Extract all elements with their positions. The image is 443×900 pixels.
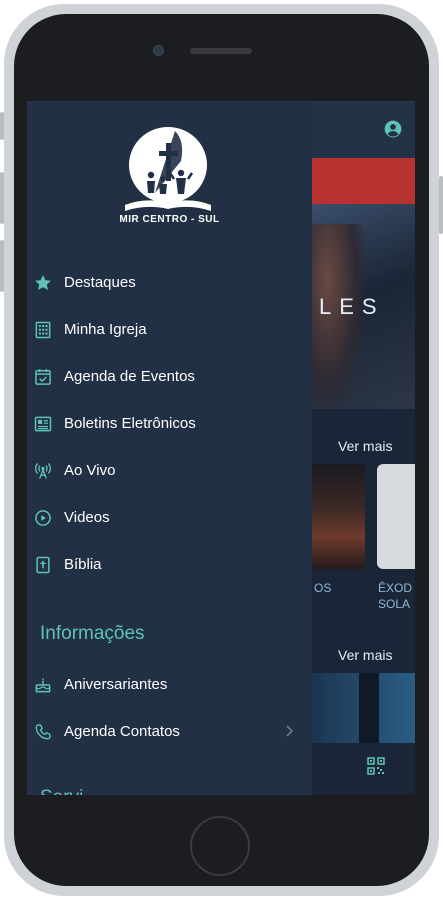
- account-circle-icon[interactable]: [383, 119, 403, 139]
- app-screen: LES Ver mais OS ÊXOD SOLA Ver mais MIR C…: [27, 101, 415, 795]
- broadcast-icon: [35, 463, 51, 479]
- thumbnail-label-line: SOLA: [378, 597, 411, 611]
- section-title-informacoes: Informações: [40, 623, 145, 644]
- menu-item-agenda-eventos[interactable]: Agenda de Eventos: [27, 357, 312, 397]
- menu-item-boletins[interactable]: Boletins Eletrônicos: [27, 404, 312, 444]
- hero-text: LES: [319, 294, 385, 319]
- volume-down-button: [0, 240, 4, 292]
- ver-mais-link[interactable]: Ver mais: [338, 647, 392, 663]
- thumbnail-label: ÊXOD SOLA: [378, 580, 412, 612]
- menu-item-aniversariantes[interactable]: Aniversariantes: [27, 665, 312, 705]
- navigation-drawer: MIR CENTRO - SUL Destaques Minha Igreja: [27, 101, 312, 795]
- menu-item-label: Destaques: [64, 274, 136, 291]
- menu-item-agenda-contatos[interactable]: Agenda Contatos: [27, 712, 312, 752]
- menu-item-biblia[interactable]: Bíblia: [27, 545, 312, 585]
- newspaper-icon: [34, 416, 52, 432]
- star-icon: [35, 275, 51, 290]
- menu-item-label: Boletins Eletrônicos: [64, 415, 196, 432]
- logo-caption: MIR CENTRO - SUL: [119, 214, 220, 225]
- menu-item-label: Agenda Contatos: [64, 723, 180, 740]
- menu-item-label: Videos: [64, 509, 110, 526]
- menu-item-label: Aniversariantes: [64, 676, 168, 693]
- power-button: [439, 176, 443, 234]
- video-thumbnail[interactable]: [312, 464, 365, 569]
- media-strip-divider: [359, 673, 379, 743]
- ver-mais-link[interactable]: Ver mais: [338, 438, 392, 454]
- menu-item-label: Ao Vivo: [64, 462, 116, 479]
- mute-switch: [0, 112, 4, 140]
- earpiece-speaker: [190, 48, 252, 54]
- menu-item-destaques[interactable]: Destaques: [27, 263, 312, 303]
- section-title-servicos: Servi: [40, 787, 83, 795]
- play-circle-icon: [35, 510, 51, 526]
- menu-item-ao-vivo[interactable]: Ao Vivo: [27, 451, 312, 491]
- church-logo-icon: [125, 127, 211, 211]
- thumbnail-label-line: ÊXOD: [378, 581, 413, 595]
- menu-item-label: Bíblia: [64, 556, 102, 573]
- menu-item-label: Agenda de Eventos: [64, 368, 195, 385]
- bible-icon: [36, 556, 50, 574]
- home-button[interactable]: [190, 816, 250, 876]
- volume-up-button: [0, 172, 4, 224]
- menu-item-videos[interactable]: Videos: [27, 498, 312, 538]
- qr-code-icon[interactable]: [367, 757, 385, 775]
- phone-icon: [35, 724, 51, 740]
- menu-item-label: Minha Igreja: [64, 321, 147, 338]
- red-banner[interactable]: [312, 158, 415, 204]
- chevron-right-icon: [286, 725, 294, 737]
- cake-icon: [35, 677, 51, 693]
- building-icon: [35, 321, 51, 339]
- thumbnail-label: OS: [314, 581, 332, 595]
- video-thumbnail[interactable]: [377, 464, 415, 569]
- front-camera: [153, 45, 164, 56]
- menu-item-minha-igreja[interactable]: Minha Igreja: [27, 310, 312, 350]
- calendar-check-icon: [35, 369, 51, 385]
